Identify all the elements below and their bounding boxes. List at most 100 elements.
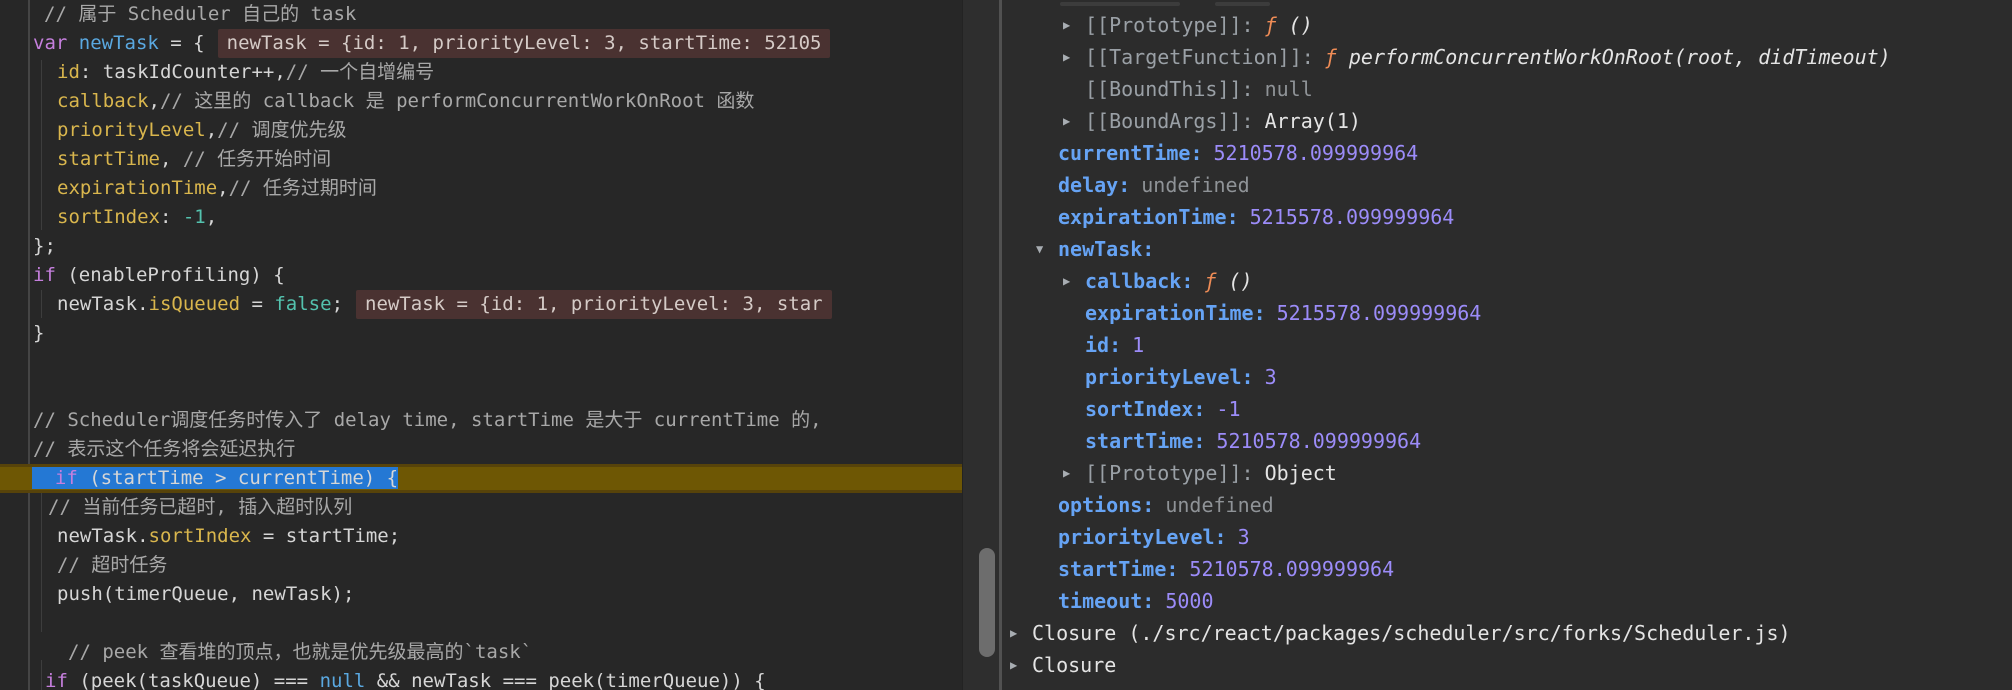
code-line[interactable]: // 表示这个任务将会延迟执行 (0, 435, 962, 464)
code-token: priorityLevel (57, 119, 206, 141)
scope-value-part: 1 (1132, 333, 1145, 357)
selected-code-text (32, 467, 55, 489)
code-line[interactable]: // 当前任务已超时, 插入超时队列 (0, 493, 962, 522)
code-line[interactable]: startTime, // 任务开始时间 (0, 145, 962, 174)
scope-row[interactable]: ▶delay:undefined (1002, 169, 2012, 201)
code-token: , (159, 148, 183, 170)
expand-arrow-icon[interactable]: ▶ (1010, 617, 1032, 649)
scope-row[interactable]: ▶ [[Prototype]]: Object (1002, 457, 2012, 489)
scope-row[interactable]: ▶id:1 (1002, 329, 2012, 361)
code-token: , (205, 119, 218, 141)
code-token: sortIndex (148, 525, 252, 547)
scope-row[interactable]: ▼ newTask: (1002, 233, 2012, 265)
code-token: // 超时任务 (57, 554, 168, 576)
code-line[interactable]: // 属于 Scheduler 自己的 task (0, 0, 962, 29)
execution-highlight-line[interactable]: if (startTime > currentTime) { (0, 464, 962, 493)
code-line[interactable]: newTask.sortIndex = startTime; (0, 522, 962, 551)
expand-arrow-icon[interactable]: ▶ (1063, 457, 1085, 489)
scope-row[interactable]: ▶priorityLevel:3 (1002, 521, 2012, 553)
code-token: id (57, 61, 80, 83)
scope-row[interactable]: ▶ callback: ƒ () (1002, 265, 2012, 297)
clipped-row-remnant (1215, 2, 1270, 6)
code-line[interactable]: if (peek(taskQueue) === null && newTask … (0, 667, 962, 690)
code-token: // 任务开始时间 (182, 148, 332, 170)
code-token: (peek(taskQueue) === (67, 670, 320, 690)
scope-panel: ▶ [[Prototype]]: ƒ () ▶ [[TargetFunction]]: ƒ… (1002, 0, 2012, 690)
scope-key: [[BoundThis]]: (1085, 77, 1254, 101)
code-line[interactable]: callback,// 这里的 callback 是 performConcur… (0, 87, 962, 116)
scope-value-part: 3 (1237, 525, 1250, 549)
scope-key: [[Prototype]]: (1085, 461, 1254, 485)
code-line[interactable] (0, 609, 962, 638)
expand-arrow-icon[interactable]: ▶ (1063, 41, 1085, 73)
code-token: isQueued (148, 293, 241, 315)
code-editor-pane[interactable]: // 属于 Scheduler 自己的 task var newTask = {n… (0, 0, 999, 690)
inline-eval-widget: newTask = {id: 1, priorityLevel: 3, star… (217, 29, 831, 58)
scope-row[interactable]: ▶startTime:5210578.099999964 (1002, 553, 2012, 585)
scope-value-part: undefined (1141, 173, 1250, 197)
scope-row[interactable]: ▶ Closure (./src/react/packages/scheduler… (1002, 617, 2012, 649)
scope-key: delay: (1058, 173, 1131, 197)
collapse-arrow-icon[interactable]: ▼ (1036, 233, 1058, 265)
scope-key: options: (1058, 493, 1155, 517)
scope-key: expirationTime: (1058, 205, 1239, 229)
scope-key: Closure (./src/react/packages/scheduler/… (1032, 621, 1791, 645)
scope-row[interactable]: ▶expirationTime:5215578.099999964 (1002, 297, 2012, 329)
code-line[interactable]: sortIndex: -1, (0, 203, 962, 232)
scope-row[interactable]: ▶ [[Prototype]]: ƒ () (1002, 9, 2012, 41)
vertical-scrollbar[interactable] (962, 0, 999, 690)
code-token: // 调度优先级 (217, 119, 347, 141)
code-token: = { (158, 32, 205, 54)
scope-row[interactable]: ▶priorityLevel:3 (1002, 361, 2012, 393)
scrollbar-thumb[interactable] (979, 548, 995, 657)
expand-arrow-icon[interactable]: ▶ (1063, 9, 1085, 41)
code-token: // Scheduler调度任务时传入了 delay time, startTi… (33, 409, 822, 431)
scope-row[interactable]: ▶sortIndex:-1 (1002, 393, 2012, 425)
inline-eval-widget: newTask = {id: 1, priorityLevel: 3, star (356, 290, 832, 319)
scope-value-part: Array(1) (1264, 109, 1361, 133)
scope-row[interactable]: ▶expirationTime:5215578.099999964 (1002, 201, 2012, 233)
expand-arrow-icon[interactable]: ▶ (1063, 265, 1085, 297)
code-line[interactable]: // peek 查看堆的顶点，也就是优先级最高的`task` (0, 638, 962, 667)
scope-value: 5000 (1165, 585, 1213, 617)
scope-row[interactable]: ▶startTime:5210578.099999964 (1002, 425, 2012, 457)
scope-row[interactable]: ▶timeout:5000 (1002, 585, 2012, 617)
code-token: , (205, 206, 218, 228)
code-token: && newTask === peek(timerQueue)) { (365, 670, 766, 690)
code-line[interactable] (0, 348, 962, 377)
code-line[interactable]: var newTask = {newTask = {id: 1, priorit… (0, 29, 962, 58)
code-line[interactable]: // 超时任务 (0, 551, 962, 580)
code-line[interactable]: newTask.isQueued = false; newTask = {id: … (0, 290, 962, 319)
code-token: if (33, 264, 56, 286)
code-token: } (33, 322, 45, 344)
function-icon: ƒ (1204, 269, 1217, 293)
code-token: expirationTime (57, 177, 218, 199)
scope-row[interactable]: ▶ Closure (1002, 649, 2012, 681)
code-line[interactable]: // Scheduler调度任务时传入了 delay time, startTi… (0, 406, 962, 435)
scope-value: Array(1) (1265, 105, 1361, 137)
code-line[interactable] (0, 377, 962, 406)
code-token: , (148, 90, 160, 112)
code-line[interactable]: if (enableProfiling) { (0, 261, 962, 290)
scope-value-part: Object (1264, 461, 1337, 485)
code-line[interactable]: id: taskIdCounter++,// 一个自增编号 (0, 58, 962, 87)
scope-row[interactable]: ▶ [[TargetFunction]]: ƒ performConcurrentW… (1002, 41, 2012, 73)
expand-arrow-icon[interactable]: ▶ (1063, 105, 1085, 137)
scope-row[interactable]: ▶ [[BoundArgs]]: Array(1) (1002, 105, 2012, 137)
expand-arrow-icon[interactable]: ▶ (1010, 649, 1032, 681)
code-line[interactable]: push(timerQueue, newTask); (0, 580, 962, 609)
scope-key: currentTime: (1058, 141, 1203, 165)
scope-key: [[TargetFunction]]: (1085, 45, 1314, 69)
code-line[interactable]: }; (0, 232, 962, 261)
code-line[interactable]: priorityLevel,// 调度优先级 (0, 116, 962, 145)
scope-value-part: null (1264, 77, 1313, 101)
scope-value: Object (1265, 457, 1337, 489)
code-line[interactable]: } (0, 319, 962, 348)
clipped-row-remnant (1060, 2, 1180, 6)
code-line[interactable]: expirationTime,// 任务过期时间 (0, 174, 962, 203)
scope-row[interactable]: ▶currentTime:5210578.099999964 (1002, 137, 2012, 169)
scope-row[interactable]: ▶options:undefined (1002, 489, 2012, 521)
code-token: newTask. (57, 525, 149, 547)
scope-row[interactable]: ▶[[BoundThis]]:null (1002, 73, 2012, 105)
